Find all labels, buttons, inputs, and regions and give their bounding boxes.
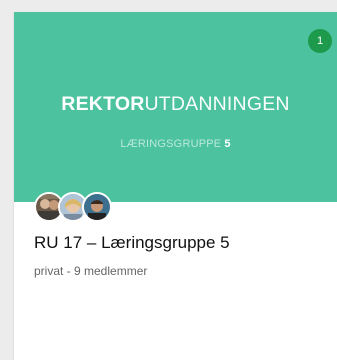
group-title[interactable]: RU 17 – Læringsgruppe 5 [34, 233, 230, 253]
cover-logo-bold: REKTOR [61, 93, 145, 115]
member-avatars [34, 192, 144, 222]
group-card[interactable]: REKTORUTDANNINGEN LÆRINGSGRUPPE 5 1 RU 1… [14, 12, 337, 360]
notification-badge: 1 [308, 29, 332, 53]
cover-logo-light: UTDANNINGEN [144, 93, 290, 115]
member-avatar [82, 192, 112, 222]
group-meta: privat - 9 medlemmer [34, 264, 148, 278]
cover-subtitle: LÆRINGSGRUPPE 5 [14, 138, 337, 150]
group-cover-image: REKTORUTDANNINGEN LÆRINGSGRUPPE 5 1 [14, 12, 337, 202]
cover-subtitle-number: 5 [224, 138, 231, 150]
cover-logo: REKTORUTDANNINGEN [14, 93, 337, 116]
cover-subtitle-text: LÆRINGSGRUPPE [120, 138, 222, 150]
